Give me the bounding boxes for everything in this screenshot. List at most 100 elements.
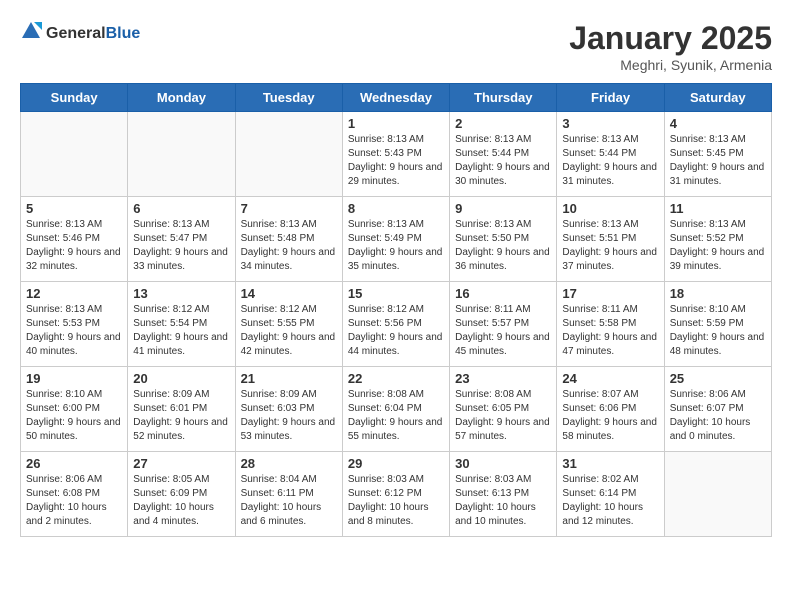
logo-blue: Blue bbox=[106, 25, 141, 42]
calendar-cell: 6 Sunrise: 8:13 AMSunset: 5:47 PMDaylight… bbox=[128, 197, 235, 282]
cell-info: Sunrise: 8:13 AMSunset: 5:51 PMDaylight:… bbox=[562, 218, 658, 274]
cell-info: Sunrise: 8:07 AMSunset: 6:06 PMDaylight:… bbox=[562, 388, 658, 444]
day-number: 31 bbox=[562, 456, 658, 471]
page-header: GeneralBlue January 2025 Meghri, Syunik,… bbox=[20, 20, 772, 73]
calendar-week-row: 19Sunrise: 8:10 AMSunset: 6:00 PMDayligh… bbox=[21, 367, 772, 452]
day-header-monday: Monday bbox=[128, 84, 235, 112]
day-number: 28 bbox=[241, 456, 337, 471]
day-number: 6 bbox=[133, 201, 229, 216]
cell-info: Sunrise: 8:11 AMSunset: 5:57 PMDaylight:… bbox=[455, 303, 551, 359]
cell-info: Sunrise: 8:06 AMSunset: 6:08 PMDaylight:… bbox=[26, 473, 122, 529]
day-number: 12 bbox=[26, 286, 122, 301]
cell-info: Sunrise: 8:02 AMSunset: 6:14 PMDaylight:… bbox=[562, 473, 658, 529]
day-number: 9 bbox=[455, 201, 551, 216]
day-number: 27 bbox=[133, 456, 229, 471]
day-number: 15 bbox=[348, 286, 444, 301]
day-number: 5 bbox=[26, 201, 122, 216]
day-number: 23 bbox=[455, 371, 551, 386]
day-header-wednesday: Wednesday bbox=[342, 84, 449, 112]
logo: GeneralBlue bbox=[20, 20, 140, 47]
calendar-cell: 7Sunrise: 8:13 AMSunset: 5:48 PMDaylight… bbox=[235, 197, 342, 282]
calendar-cell: 16 Sunrise: 8:11 AMSunset: 5:57 PMDayligh… bbox=[450, 282, 557, 367]
day-number: 30 bbox=[455, 456, 551, 471]
calendar-week-row: 12 Sunrise: 8:13 AMSunset: 5:53 PMDayligh… bbox=[21, 282, 772, 367]
day-number: 2 bbox=[455, 116, 551, 131]
day-number: 24 bbox=[562, 371, 658, 386]
cell-info: Sunrise: 8:03 AMSunset: 6:12 PMDaylight:… bbox=[348, 473, 444, 529]
calendar-cell: 20 Sunrise: 8:09 AMSunset: 6:01 PMDayligh… bbox=[128, 367, 235, 452]
day-number: 26 bbox=[26, 456, 122, 471]
calendar-cell: 9Sunrise: 8:13 AMSunset: 5:50 PMDaylight… bbox=[450, 197, 557, 282]
calendar-cell: 1 Sunrise: 8:13 AMSunset: 5:43 PMDaylight… bbox=[342, 112, 449, 197]
cell-info: Sunrise: 8:10 AMSunset: 5:59 PMDaylight:… bbox=[670, 303, 766, 359]
cell-info: Sunrise: 8:12 AMSunset: 5:55 PMDaylight:… bbox=[241, 303, 337, 359]
cell-info: Sunrise: 8:13 AMSunset: 5:44 PMDaylight:… bbox=[562, 133, 658, 189]
cell-info: Sunrise: 8:13 AMSunset: 5:45 PMDaylight:… bbox=[670, 133, 766, 189]
calendar-cell: 5Sunrise: 8:13 AMSunset: 5:46 PMDaylight… bbox=[21, 197, 128, 282]
cell-info: Sunrise: 8:09 AMSunset: 6:01 PMDaylight:… bbox=[133, 388, 229, 444]
calendar-cell: 13 Sunrise: 8:12 AMSunset: 5:54 PMDayligh… bbox=[128, 282, 235, 367]
calendar-cell: 23 Sunrise: 8:08 AMSunset: 6:05 PMDayligh… bbox=[450, 367, 557, 452]
calendar-header-row: SundayMondayTuesdayWednesdayThursdayFrid… bbox=[21, 84, 772, 112]
day-number: 21 bbox=[241, 371, 337, 386]
cell-info: Sunrise: 8:12 AMSunset: 5:54 PMDaylight:… bbox=[133, 303, 229, 359]
calendar-cell bbox=[235, 112, 342, 197]
cell-info: Sunrise: 8:11 AMSunset: 5:58 PMDaylight:… bbox=[562, 303, 658, 359]
cell-info: Sunrise: 8:13 AMSunset: 5:53 PMDaylight:… bbox=[26, 303, 122, 359]
cell-info: Sunrise: 8:09 AMSunset: 6:03 PMDaylight:… bbox=[241, 388, 337, 444]
calendar-cell: 4Sunrise: 8:13 AMSunset: 5:45 PMDaylight… bbox=[664, 112, 771, 197]
day-number: 1 bbox=[348, 116, 444, 131]
calendar-cell: 22 Sunrise: 8:08 AMSunset: 6:04 PMDayligh… bbox=[342, 367, 449, 452]
logo-general: General bbox=[46, 25, 106, 42]
day-number: 29 bbox=[348, 456, 444, 471]
day-header-saturday: Saturday bbox=[664, 84, 771, 112]
calendar-cell: 3 Sunrise: 8:13 AMSunset: 5:44 PMDaylight… bbox=[557, 112, 664, 197]
calendar-cell: 24 Sunrise: 8:07 AMSunset: 6:06 PMDayligh… bbox=[557, 367, 664, 452]
calendar-cell: 17Sunrise: 8:11 AMSunset: 5:58 PMDayligh… bbox=[557, 282, 664, 367]
title-area: January 2025 Meghri, Syunik, Armenia bbox=[569, 20, 772, 73]
day-number: 3 bbox=[562, 116, 658, 131]
day-number: 14 bbox=[241, 286, 337, 301]
calendar-cell: 25 Sunrise: 8:06 AMSunset: 6:07 PMDayligh… bbox=[664, 367, 771, 452]
day-header-sunday: Sunday bbox=[21, 84, 128, 112]
calendar-cell bbox=[664, 452, 771, 537]
cell-info: Sunrise: 8:13 AMSunset: 5:52 PMDaylight:… bbox=[670, 218, 766, 274]
cell-info: Sunrise: 8:08 AMSunset: 6:05 PMDaylight:… bbox=[455, 388, 551, 444]
cell-info: Sunrise: 8:08 AMSunset: 6:04 PMDaylight:… bbox=[348, 388, 444, 444]
day-header-thursday: Thursday bbox=[450, 84, 557, 112]
day-number: 25 bbox=[670, 371, 766, 386]
calendar-week-row: 1 Sunrise: 8:13 AMSunset: 5:43 PMDaylight… bbox=[21, 112, 772, 197]
calendar-cell: 15Sunrise: 8:12 AMSunset: 5:56 PMDayligh… bbox=[342, 282, 449, 367]
day-number: 13 bbox=[133, 286, 229, 301]
calendar-week-row: 26 Sunrise: 8:06 AMSunset: 6:08 PMDayligh… bbox=[21, 452, 772, 537]
calendar-cell: 8Sunrise: 8:13 AMSunset: 5:49 PMDaylight… bbox=[342, 197, 449, 282]
calendar-table: SundayMondayTuesdayWednesdayThursdayFrid… bbox=[20, 83, 772, 537]
location-subtitle: Meghri, Syunik, Armenia bbox=[569, 57, 772, 73]
cell-info: Sunrise: 8:13 AMSunset: 5:43 PMDaylight:… bbox=[348, 133, 444, 189]
cell-info: Sunrise: 8:10 AMSunset: 6:00 PMDaylight:… bbox=[26, 388, 122, 444]
day-number: 16 bbox=[455, 286, 551, 301]
calendar-cell: 19Sunrise: 8:10 AMSunset: 6:00 PMDayligh… bbox=[21, 367, 128, 452]
calendar-cell: 21 Sunrise: 8:09 AMSunset: 6:03 PMDayligh… bbox=[235, 367, 342, 452]
day-number: 7 bbox=[241, 201, 337, 216]
day-number: 20 bbox=[133, 371, 229, 386]
calendar-cell: 14 Sunrise: 8:12 AMSunset: 5:55 PMDayligh… bbox=[235, 282, 342, 367]
calendar-cell: 10Sunrise: 8:13 AMSunset: 5:51 PMDayligh… bbox=[557, 197, 664, 282]
calendar-cell bbox=[21, 112, 128, 197]
calendar-cell: 31 Sunrise: 8:02 AMSunset: 6:14 PMDayligh… bbox=[557, 452, 664, 537]
cell-info: Sunrise: 8:03 AMSunset: 6:13 PMDaylight:… bbox=[455, 473, 551, 529]
day-header-tuesday: Tuesday bbox=[235, 84, 342, 112]
cell-info: Sunrise: 8:06 AMSunset: 6:07 PMDaylight:… bbox=[670, 388, 766, 444]
calendar-cell: 27Sunrise: 8:05 AMSunset: 6:09 PMDayligh… bbox=[128, 452, 235, 537]
month-title: January 2025 bbox=[569, 20, 772, 57]
cell-info: Sunrise: 8:04 AMSunset: 6:11 PMDaylight:… bbox=[241, 473, 337, 529]
logo-icon bbox=[20, 20, 42, 42]
day-number: 22 bbox=[348, 371, 444, 386]
cell-info: Sunrise: 8:13 AMSunset: 5:47 PMDaylight:… bbox=[133, 218, 229, 274]
calendar-cell: 11 Sunrise: 8:13 AMSunset: 5:52 PMDayligh… bbox=[664, 197, 771, 282]
day-number: 11 bbox=[670, 201, 766, 216]
calendar-cell: 18Sunrise: 8:10 AMSunset: 5:59 PMDayligh… bbox=[664, 282, 771, 367]
day-header-friday: Friday bbox=[557, 84, 664, 112]
calendar-cell: 29 Sunrise: 8:03 AMSunset: 6:12 PMDayligh… bbox=[342, 452, 449, 537]
calendar-cell: 30 Sunrise: 8:03 AMSunset: 6:13 PMDayligh… bbox=[450, 452, 557, 537]
